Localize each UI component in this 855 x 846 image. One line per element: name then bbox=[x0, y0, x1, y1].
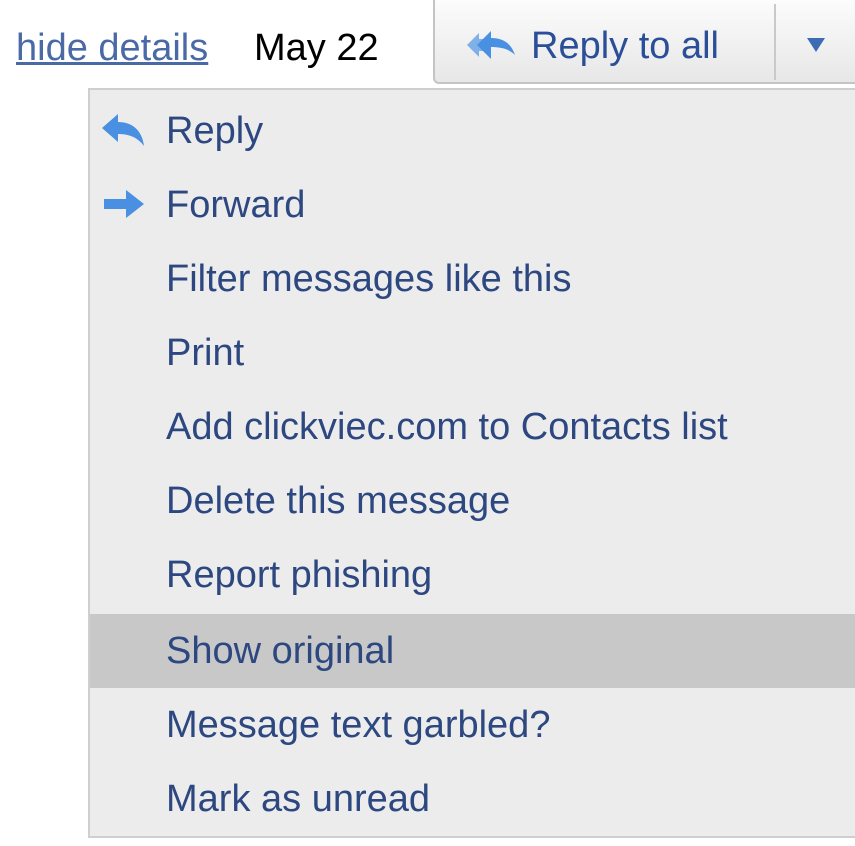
menu-item-reply[interactable]: Reply bbox=[90, 94, 855, 168]
menu-item-label: Forward bbox=[166, 184, 306, 226]
menu-item-label: Add clickviec.com to Contacts list bbox=[166, 406, 728, 448]
menu-item-label: Show original bbox=[166, 630, 395, 672]
reply-button-group: Reply to all bbox=[433, 0, 855, 84]
reply-to-all-label: Reply to all bbox=[531, 25, 719, 67]
hide-details-link[interactable]: hide details bbox=[16, 26, 208, 70]
menu-item-label: Report phishing bbox=[166, 554, 433, 596]
menu-item-print[interactable]: Print bbox=[90, 316, 855, 390]
more-actions-menu: Reply Forward Filter messages like this … bbox=[88, 88, 855, 838]
menu-item-label: Message text garbled? bbox=[166, 704, 551, 746]
reply-all-icon bbox=[463, 27, 521, 63]
menu-item-mark-unread[interactable]: Mark as unread bbox=[90, 762, 855, 836]
menu-item-report-phishing[interactable]: Report phishing bbox=[90, 538, 855, 612]
menu-item-label: Reply bbox=[166, 110, 264, 152]
reply-to-all-button[interactable]: Reply to all bbox=[435, 0, 775, 82]
menu-item-label: Filter messages like this bbox=[166, 258, 572, 300]
menu-item-label: Mark as unread bbox=[166, 778, 431, 820]
menu-item-label: Delete this message bbox=[166, 480, 511, 522]
email-action-bar: hide details May 22 Reply to all Reply F… bbox=[0, 0, 855, 846]
menu-item-show-original[interactable]: Show original bbox=[90, 614, 855, 688]
menu-item-label: Print bbox=[166, 332, 245, 374]
menu-item-delete-message[interactable]: Delete this message bbox=[90, 464, 855, 538]
message-date: May 22 bbox=[254, 27, 379, 69]
more-actions-dropdown-button[interactable] bbox=[776, 0, 855, 82]
menu-item-message-garbled[interactable]: Message text garbled? bbox=[90, 688, 855, 762]
menu-item-filter-messages[interactable]: Filter messages like this bbox=[90, 242, 855, 316]
chevron-down-icon bbox=[807, 38, 825, 52]
forward-arrow-icon bbox=[98, 186, 150, 226]
reply-arrow-icon bbox=[98, 112, 150, 152]
menu-item-add-to-contacts[interactable]: Add clickviec.com to Contacts list bbox=[90, 390, 855, 464]
menu-item-forward[interactable]: Forward bbox=[90, 168, 855, 242]
